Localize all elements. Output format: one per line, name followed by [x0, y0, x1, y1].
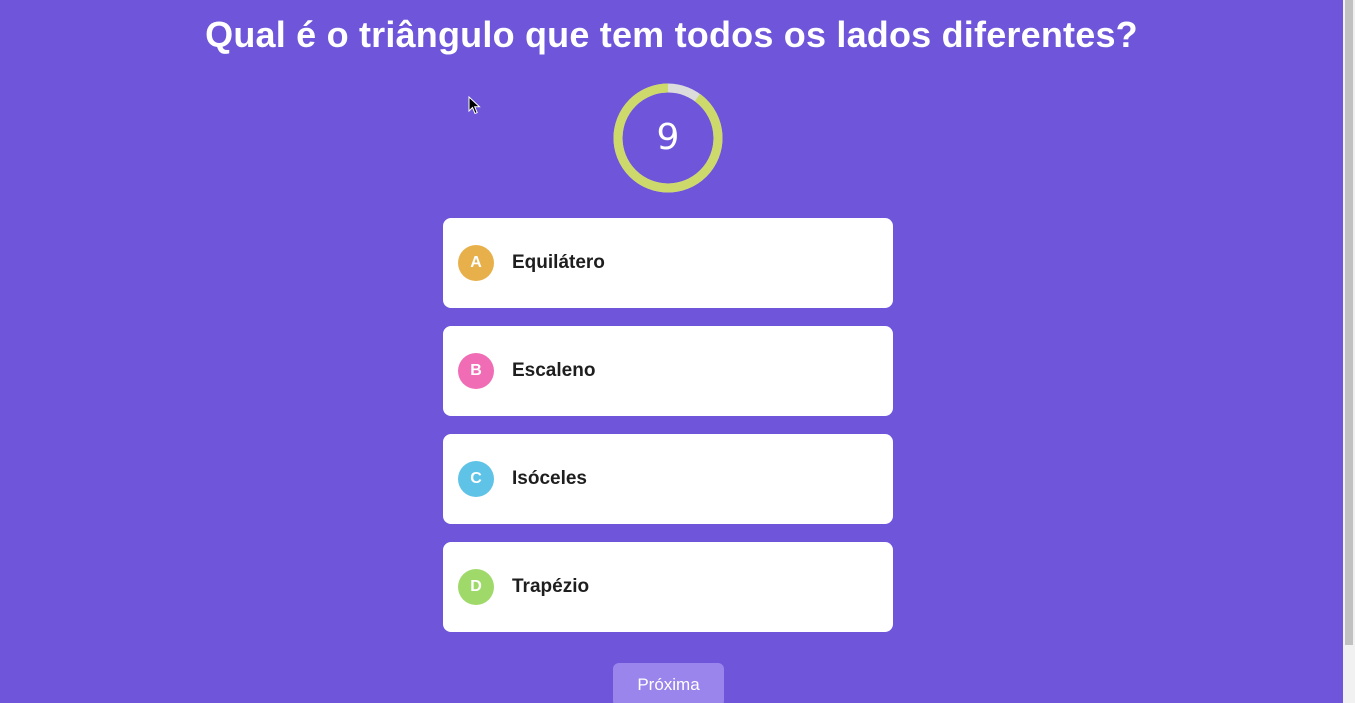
answer-option-a[interactable]: A Equilátero	[443, 218, 893, 308]
answer-letter-badge: B	[458, 353, 494, 389]
answer-label: Equilátero	[512, 252, 605, 273]
answer-letter-badge: D	[458, 569, 494, 605]
answer-label: Trapézio	[512, 576, 590, 597]
next-button[interactable]: Próxima	[613, 663, 724, 703]
answer-option-c[interactable]: C Isóceles	[443, 434, 893, 524]
page-scrollbar[interactable]	[1343, 0, 1355, 703]
countdown-timer: 9	[613, 83, 723, 193]
answer-label: Isóceles	[512, 468, 587, 489]
timer-value: 9	[656, 117, 680, 158]
answer-list: A Equilátero B Escaleno C Isóceles D Tra…	[443, 218, 893, 650]
answer-option-b[interactable]: B Escaleno	[443, 326, 893, 416]
mouse-cursor-icon	[468, 96, 481, 115]
answer-option-d[interactable]: D Trapézio	[443, 542, 893, 632]
question-title: Qual é o triângulo que tem todos os lado…	[205, 14, 1138, 55]
answer-letter-badge: A	[458, 245, 494, 281]
scrollbar-thumb[interactable]	[1345, 0, 1353, 645]
answer-label: Escaleno	[512, 360, 596, 381]
answer-letter-badge: C	[458, 461, 494, 497]
